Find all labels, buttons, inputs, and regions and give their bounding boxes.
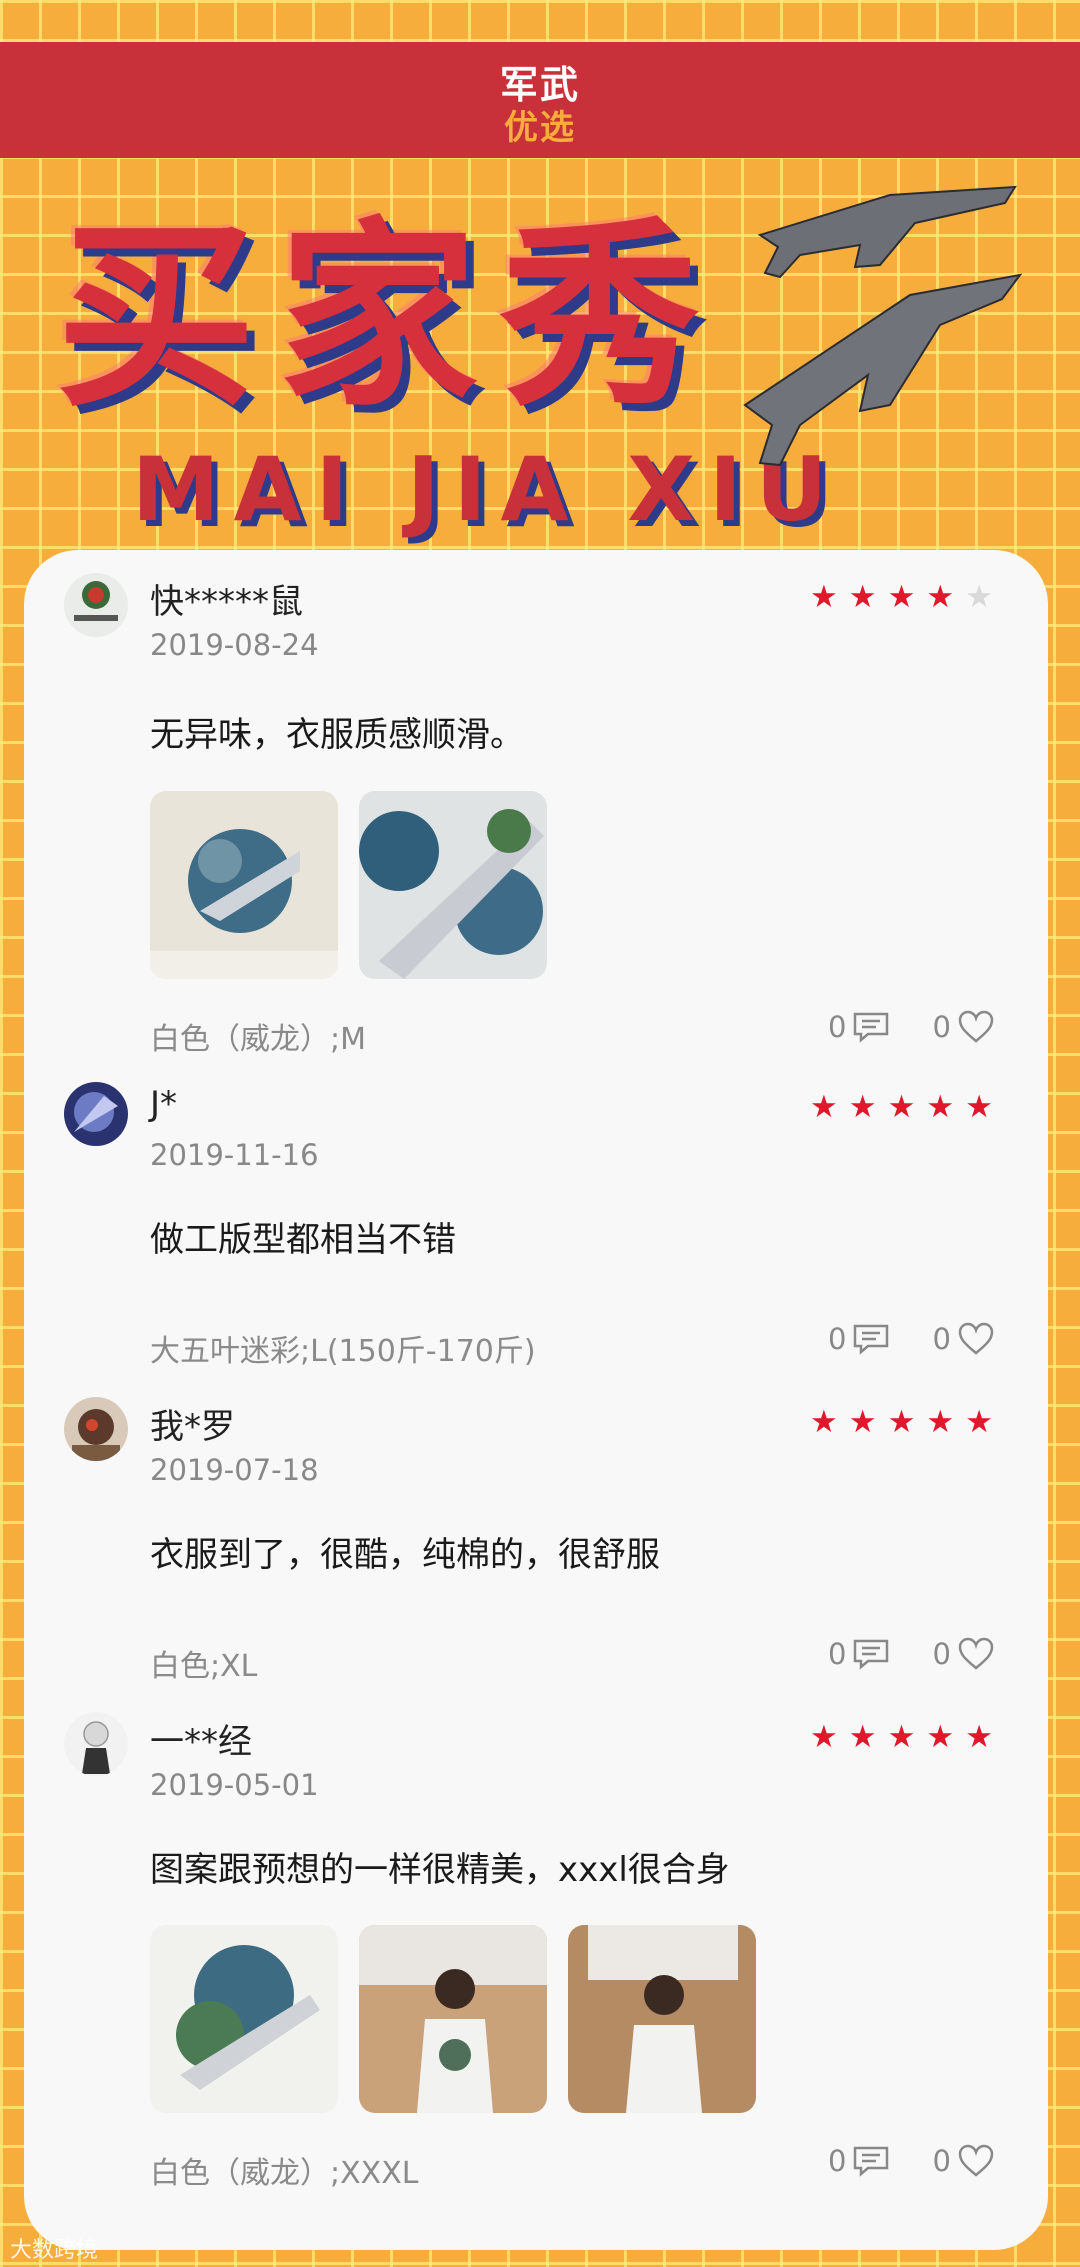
heart-icon[interactable]: [957, 1637, 995, 1671]
comment-count: 0: [828, 1637, 847, 1671]
star-icon: ★: [926, 579, 955, 615]
heart-icon[interactable]: [957, 1322, 995, 1356]
hero-title: 买家秀: [56, 201, 723, 434]
rating-stars: ★ ★ ★ ★ ★: [810, 1722, 993, 1753]
review-photo[interactable]: [150, 1925, 338, 2113]
star-icon: ★: [810, 579, 838, 615]
like-count: 0: [932, 1010, 951, 1044]
comment-icon[interactable]: [852, 1638, 890, 1670]
star-icon: ★: [926, 1404, 955, 1440]
rating-stars: ★ ★ ★ ★ ★: [810, 582, 993, 613]
header-bar: 军武 优选: [0, 42, 1080, 158]
like-count: 0: [932, 1322, 951, 1356]
like-count: 0: [932, 2144, 951, 2178]
review-photos: [150, 1925, 756, 2113]
review-date: 2019-11-16: [150, 1138, 319, 1172]
star-icon: ★: [887, 1719, 916, 1755]
comment-icon[interactable]: [852, 1323, 890, 1355]
review-photos: [150, 791, 547, 979]
review-actions: 0 0: [828, 1637, 995, 1671]
star-icon: ★: [887, 1404, 916, 1440]
avatar[interactable]: [64, 1397, 128, 1461]
fighter-jets-illustration: [743, 185, 1023, 467]
star-icon: ★: [848, 1404, 877, 1440]
star-icon: ★: [848, 579, 877, 615]
hero-subtitle: MAI JIA XIU: [132, 438, 842, 541]
heart-icon[interactable]: [957, 2144, 995, 2178]
avatar[interactable]: [64, 1712, 128, 1776]
star-icon: ★: [965, 1089, 993, 1125]
comment-icon[interactable]: [852, 1011, 890, 1043]
review-text: 图案跟预想的一样很精美，xxxl很合身: [150, 1850, 730, 1890]
review-text: 无异味，衣服质感顺滑。: [150, 715, 524, 755]
review-date: 2019-08-24: [150, 628, 319, 662]
review-text: 衣服到了，很酷，纯棉的，很舒服: [150, 1535, 660, 1575]
avatar[interactable]: [64, 1082, 128, 1146]
review-actions: 0 0: [828, 1322, 995, 1356]
star-icon: ★: [887, 579, 916, 615]
star-icon: ★: [887, 1089, 916, 1125]
jet-icon: [743, 273, 1023, 467]
product-variant: 大五叶迷彩;L(150斤-170斤): [150, 1334, 536, 1369]
review-photo[interactable]: [359, 1925, 547, 2113]
jet-icon: [757, 185, 1017, 279]
star-icon: ★: [848, 1719, 877, 1755]
star-icon: ★: [965, 1404, 993, 1440]
reviewer-name: 快*****鼠: [150, 582, 303, 622]
review-photo[interactable]: [359, 791, 547, 979]
review-date: 2019-07-18: [150, 1453, 319, 1487]
reviewer-name: 我*罗: [150, 1407, 235, 1447]
review-actions: 0 0: [828, 2144, 995, 2178]
watermark: 大数跨境: [10, 2238, 99, 2263]
star-icon: ★: [810, 1404, 838, 1440]
product-variant: 白色;XL: [150, 1649, 258, 1684]
heart-icon[interactable]: [957, 1010, 995, 1044]
rating-stars: ★ ★ ★ ★ ★: [810, 1092, 993, 1123]
star-icon: ★: [810, 1719, 838, 1755]
like-count: 0: [932, 1637, 951, 1671]
comment-count: 0: [828, 2144, 847, 2178]
star-icon: ★: [926, 1089, 955, 1125]
review-text: 做工版型都相当不错: [150, 1220, 456, 1260]
star-icon: ★: [810, 1089, 838, 1125]
comment-icon[interactable]: [852, 2145, 890, 2177]
rating-stars: ★ ★ ★ ★ ★: [810, 1407, 993, 1438]
avatar[interactable]: [64, 573, 128, 637]
comment-count: 0: [828, 1322, 847, 1356]
reviews-card: 快*****鼠 2019-08-24 ★ ★ ★ ★ ★ 无异味，衣服质感顺滑。…: [24, 550, 1048, 2250]
star-icon: ★: [848, 1089, 877, 1125]
product-variant: 白色（威龙）;M: [150, 1022, 366, 1057]
review-photo[interactable]: [150, 791, 338, 979]
reviewer-name: J*: [150, 1084, 178, 1124]
product-variant: 白色（威龙）;XXXL: [150, 2156, 419, 2191]
star-icon: ★: [926, 1719, 955, 1755]
review-date: 2019-05-01: [150, 1768, 319, 1802]
review-actions: 0 0: [828, 1010, 995, 1044]
review-photo[interactable]: [568, 1925, 756, 2113]
star-icon-empty: ★: [965, 579, 993, 615]
comment-count: 0: [828, 1010, 847, 1044]
star-icon: ★: [965, 1719, 993, 1755]
reviewer-name: 一**经: [150, 1722, 252, 1762]
brand-logo-bottom: 优选: [504, 108, 576, 148]
